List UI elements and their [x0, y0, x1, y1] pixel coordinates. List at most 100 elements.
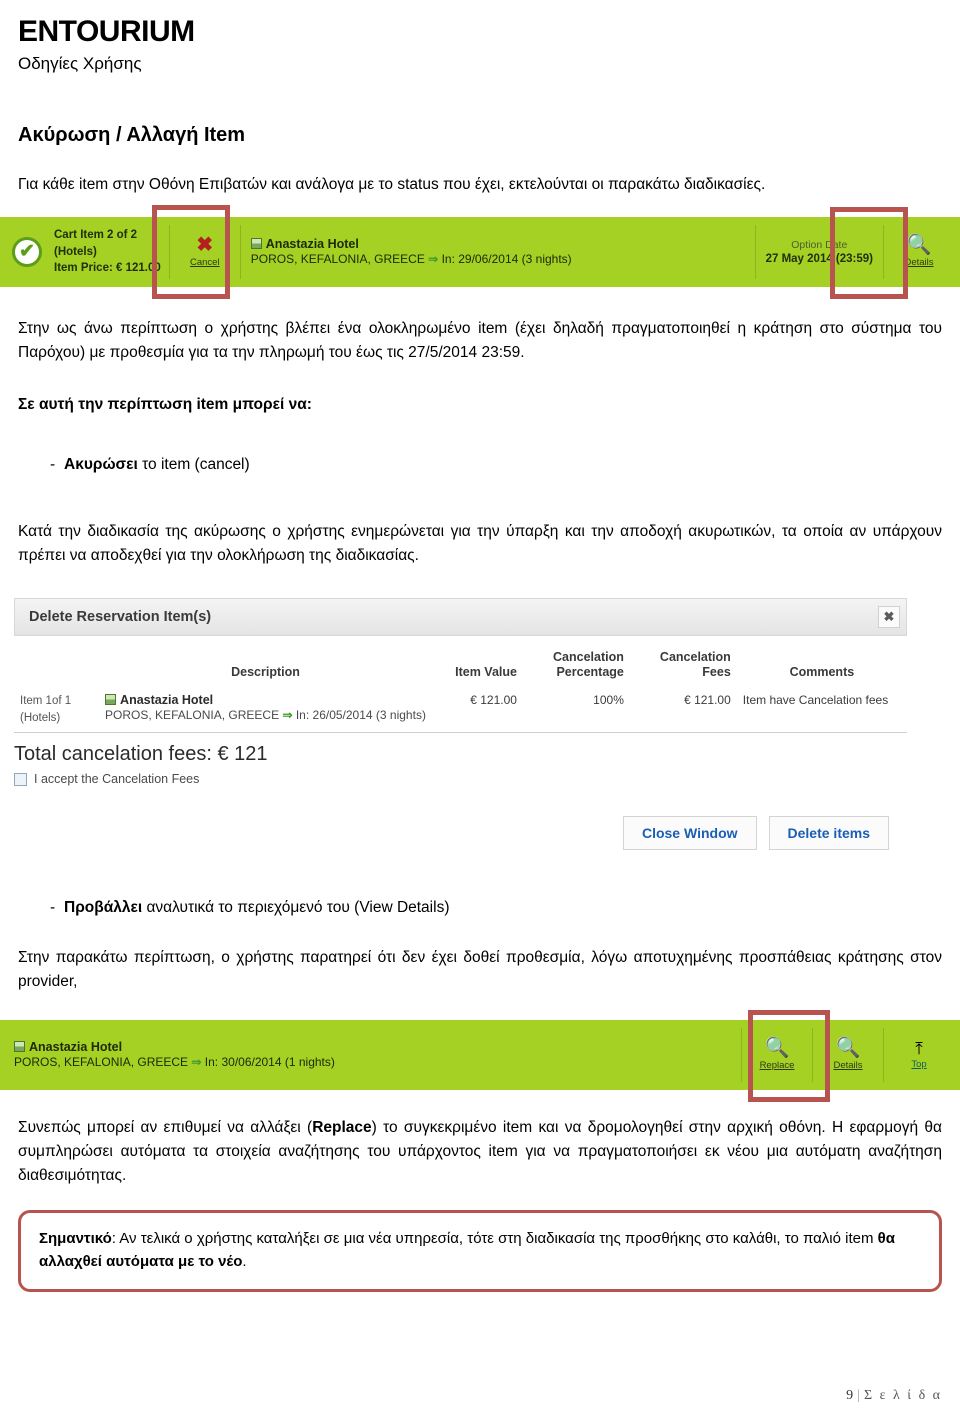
hotel-dates: In: 26/05/2014 (3 nights) [295, 707, 426, 722]
hotel-location: POROS, KEFALONIA, GREECE [105, 707, 280, 722]
hotel-name: Anastazia Hotel [265, 237, 359, 252]
hotel-icon [105, 693, 117, 705]
replace-description: Συνεπώς μπορεί αν επιθυμεί να αλλάξει (R… [18, 1116, 942, 1188]
hotel-location-row: POROS, KEFALONIA, GREECE ⇒ In: 29/06/201… [251, 252, 755, 266]
accept-fees-row[interactable]: I accept the Cancelation Fees [14, 772, 907, 786]
hotel-name-row: Anastazia Hotel [250, 237, 755, 252]
dialog-title: Delete Reservation Item(s) [29, 609, 212, 626]
col-header-description: Description [231, 664, 300, 679]
accept-fees-label: I accept the Cancelation Fees [34, 772, 200, 787]
cart-item-category: (Hotels) [54, 245, 97, 258]
footer-page-number: 9 [846, 1388, 854, 1403]
totals-block: Total cancelation fees: € 121 I accept t… [14, 743, 907, 786]
replace-description-part1: Συνεπώς μπορεί αν επιθυμεί να αλλάξει ( [18, 1118, 313, 1136]
accept-fees-checkbox[interactable] [14, 772, 27, 786]
total-cancelation-fees: Total cancelation fees: € 121 [14, 743, 907, 766]
document-header: ENTOURIUM Οδηγίες Χρήσης [18, 10, 942, 74]
arrow-right-icon: ⇒ [428, 252, 439, 267]
bullet-dash: - [50, 455, 56, 473]
bullet-bold-term: Προβάλλει [64, 899, 143, 917]
close-window-button[interactable]: Close Window [622, 816, 757, 851]
item-index-line-1: Item 1of 1 [20, 694, 72, 707]
option-date: Option Date 27 May 2014 (23:59) [756, 239, 883, 265]
magnifier-icon: 🔍 [906, 234, 932, 257]
hotel-icon [250, 238, 262, 250]
bullet-rest: το item (cancel) [137, 455, 250, 473]
arrow-up-to-line-icon: ⤒ [915, 1038, 923, 1058]
hotel-icon [14, 1041, 25, 1053]
total-value: € 121 [217, 743, 268, 766]
magnifier-icon: 🔍 [835, 1037, 861, 1060]
arrow-right-icon: ⇒ [282, 707, 293, 722]
dialog-body: Description Item Value Cancelation Perce… [14, 636, 907, 851]
bullet-cancel: - Ακυρώσει το item (cancel) [18, 453, 942, 476]
col-header-item-value: Item Value [455, 664, 517, 679]
cart-item-price-value: : € 121.00 [108, 262, 161, 275]
col-header-cancelation-percentage: Cancelation Percentage [553, 650, 624, 679]
bullet-view-details: - Προβάλλει αναλυτικά το περιεχόμενό του… [18, 896, 942, 919]
option-date-label: Option Date [791, 238, 848, 251]
hotel-name-row: Anastazia Hotel [105, 693, 426, 707]
note-lead: Σημαντικό [39, 1229, 112, 1247]
hotel-dates: In: 29/06/2014 (3 nights) [441, 252, 572, 267]
page-subtitle: Οδηγίες Χρήσης [18, 53, 142, 73]
total-label: Total cancelation fees: [14, 743, 218, 766]
details-description: Στην παρακάτω περίπτωση, ο χρήστης παρατ… [18, 948, 942, 990]
cell-comments: Item have Cancelation fees [742, 692, 889, 707]
x-mark-icon: ✖ [196, 234, 214, 257]
replace-button-label: Replace [759, 1060, 795, 1072]
footer-word: Σ ε λ ί δ α [863, 1388, 942, 1403]
close-icon[interactable]: ✖ [878, 606, 900, 629]
cell-cancelation-fees: € 121.00 [684, 692, 731, 707]
bullet-rest: αναλυτικά το περιεχόμενό του (View Detai… [142, 899, 450, 917]
replace-button[interactable]: 🔍 Replace [742, 1038, 812, 1071]
top-button[interactable]: ⤒ Top [884, 1040, 954, 1070]
hotel-location: POROS, KEFALONIA, GREECE [14, 1055, 189, 1070]
option-date-value: 27 May 2014 (23:59) [765, 252, 873, 265]
cart-item-price-label: Item Price [54, 262, 109, 275]
bullet-text: Ακυρώσει το item (cancel) [64, 453, 250, 476]
delete-items-button[interactable]: Delete items [768, 816, 889, 851]
page-title: ENTOURIUM [18, 15, 195, 48]
hotel-name-row: Anastazia Hotel [14, 1040, 741, 1054]
cancelation-table: Description Item Value Cancelation Perce… [14, 648, 907, 733]
replace-keyword: Replace [312, 1118, 372, 1136]
hotel-location: POROS, KEFALONIA, GREECE [250, 252, 425, 267]
bullet-bold-term: Ακυρώσει [64, 455, 138, 473]
options-lead: Σε αυτή την περίπτωση item μπορεί να: [18, 395, 312, 413]
replace-item-screenshot: Anastazia Hotel POROS, KEFALONIA, GREECE… [0, 1009, 960, 1102]
cell-description: Anastazia Hotel POROS, KEFALONIA, GREECE… [99, 687, 432, 733]
note-text-1: : Αν τελικά ο χρήστης καταλήξει σε μια ν… [111, 1229, 878, 1247]
cart-item-count: Cart Item 2 of 2 [54, 228, 138, 241]
hotel-name: Anastazia Hotel [29, 1040, 123, 1055]
table-row: Item 1of 1 (Hotels) Anastazia Hotel PORO… [14, 687, 907, 733]
cell-index: Item 1of 1 (Hotels) [14, 687, 99, 733]
arrow-right-icon: ⇒ [191, 1055, 202, 1070]
dialog-footer: Close Window Delete items [14, 816, 907, 851]
status-icon-cell: ✔ [0, 236, 54, 267]
bullet-text: Προβάλλει αναλυτικά το περιεχόμενό του (… [64, 896, 449, 919]
top-button-label: Top [911, 1058, 927, 1070]
cart-item-info: Cart Item 2 of 2 (Hotels) Item Price: € … [54, 227, 169, 277]
intro-paragraph: Για κάθε item στην Οθόνη Επιβατών και αν… [18, 175, 766, 193]
section-heading: Ακύρωση / Αλλαγή Item [18, 123, 246, 146]
hotel-name: Anastazia Hotel [120, 692, 214, 707]
col-header-comments: Comments [789, 664, 855, 679]
cart-item-bar: ✔ Cart Item 2 of 2 (Hotels) Item Price: … [0, 216, 960, 287]
cart-item-price: Item Price: € 121.00 [54, 260, 161, 277]
table-header-row: Description Item Value Cancelation Perce… [14, 648, 907, 687]
details-button[interactable]: 🔍 Details [813, 1038, 883, 1071]
footer-separator: | [857, 1388, 860, 1403]
cancel-button[interactable]: ✖ Cancel [170, 235, 240, 268]
magnifier-icon: 🔍 [764, 1037, 790, 1060]
note-text-2: . [242, 1252, 247, 1270]
delete-reservation-screenshot: Delete Reservation Item(s) ✖ Description… [14, 598, 942, 851]
page-footer: 9 | Σ ε λ ί δ α [0, 1388, 960, 1404]
cart-bar-explanation: Στην ως άνω περίπτωση ο χρήστης βλέπει έ… [18, 319, 942, 361]
col-header-index [14, 648, 99, 687]
details-button[interactable]: 🔍 Details [884, 235, 954, 268]
cancel-button-label: Cancel [189, 257, 220, 269]
cell-cancelation-percentage: 100% [593, 692, 624, 707]
dialog-header: Delete Reservation Item(s) ✖ [14, 598, 907, 637]
hotel-location-row: POROS, KEFALONIA, GREECE ⇒ In: 26/05/201… [105, 708, 426, 722]
